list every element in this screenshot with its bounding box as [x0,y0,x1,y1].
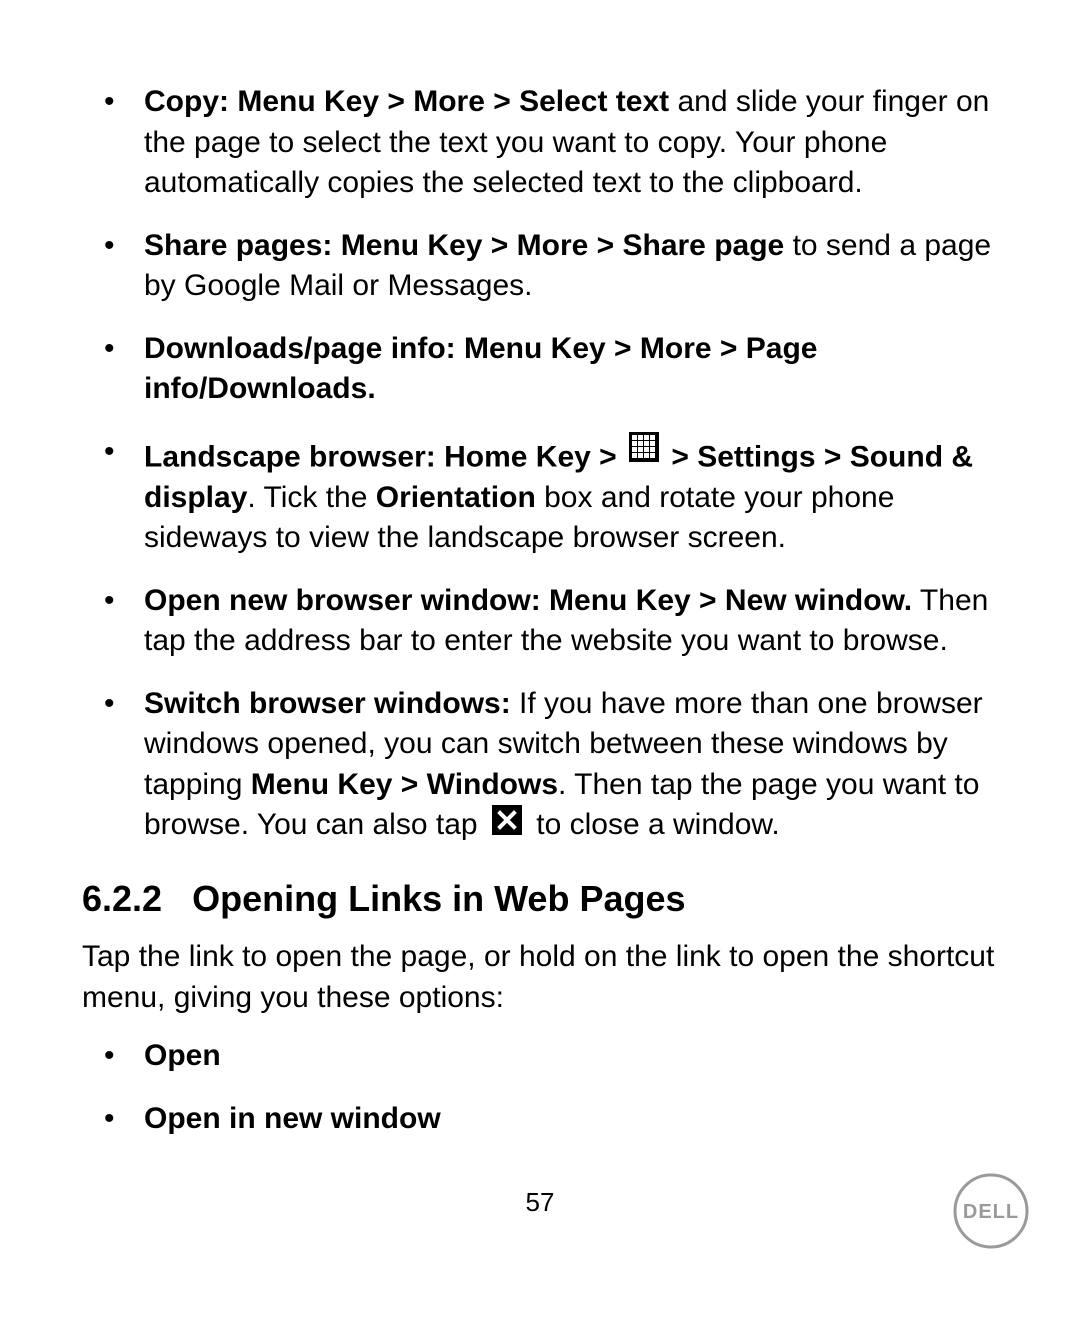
close-window-icon [492,805,522,847]
section-title: Opening Links in Web Pages [192,878,685,919]
option-open: Open [82,1036,998,1077]
page-number: 57 [0,1185,1080,1220]
bullet-share-bold: Share pages: Menu Key > More > Share pag… [144,229,784,262]
browser-tips-list: Copy: Menu Key > More > Select text and … [82,82,998,847]
dell-logo-text: DELL [963,1201,1019,1223]
section-number: 6.2.2 [82,878,162,919]
bullet-copy-bold: Copy: Menu Key > More > Select text [144,85,669,118]
bullet-switch-bold2: Menu Key > Windows [251,768,558,801]
section-heading: 6.2.2 Opening Links in Web Pages [82,875,998,924]
option-open-new-label: Open in new window [144,1102,441,1135]
bullet-downloads-bold: Downloads/page info: Menu Key > More > P… [144,332,817,406]
link-options-list: Open Open in new window [82,1036,998,1139]
bullet-landscape: Landscape browser: Home Key > > Settings… [82,432,998,559]
app-grid-icon [629,432,659,474]
option-open-new-window: Open in new window [82,1099,998,1140]
document-page: Copy: Menu Key > More > Select text and … [0,0,1080,1320]
option-open-label: Open [144,1039,221,1072]
bullet-new-window-bold: Open new browser window: Menu Key > New … [144,584,912,617]
bullet-downloads: Downloads/page info: Menu Key > More > P… [82,329,998,410]
bullet-copy: Copy: Menu Key > More > Select text and … [82,82,998,204]
dell-logo: DELL [952,1172,1030,1250]
bullet-landscape-text1: . Tick the [247,481,375,514]
bullet-switch-windows: Switch browser windows: If you have more… [82,684,998,847]
bullet-share: Share pages: Menu Key > More > Share pag… [82,226,998,307]
bullet-new-window: Open new browser window: Menu Key > New … [82,581,998,662]
bullet-landscape-bold-pre: Landscape browser: Home Key > [144,440,625,473]
bullet-landscape-orientation: Orientation [376,481,536,514]
section-intro: Tap the link to open the page, or hold o… [82,937,998,1018]
bullet-switch-bold1: Switch browser windows: [144,687,511,720]
bullet-switch-text3: to close a window. [528,808,780,841]
